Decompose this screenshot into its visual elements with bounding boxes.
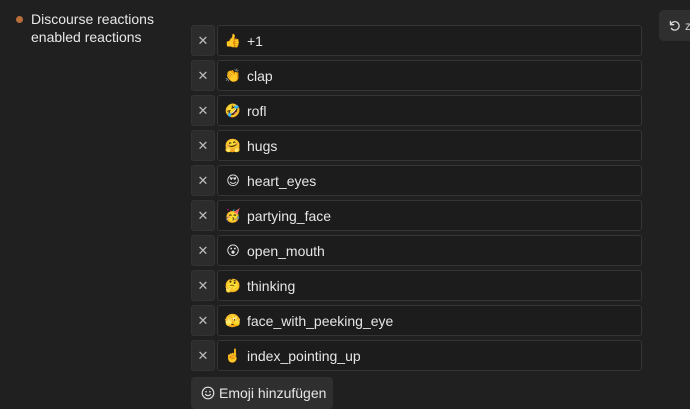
reaction-list: ✕ 👍 +1 ✕ 👏 clap ✕ 🤣 rofl ✕ 🤗 hugs ✕ 😍 heart_eyes ✕ 🥳 part… xyxy=(191,25,642,375)
reaction-field[interactable]: 🤔 thinking xyxy=(217,270,642,301)
reaction-emoji-icon: 😍 xyxy=(226,172,240,188)
remove-reaction-button[interactable]: ✕ xyxy=(191,130,215,161)
reaction-row: ✕ 🤔 thinking xyxy=(191,270,642,301)
remove-reaction-button[interactable]: ✕ xyxy=(191,340,215,371)
remove-reaction-button[interactable]: ✕ xyxy=(191,235,215,266)
remove-reaction-button[interactable]: ✕ xyxy=(191,25,215,56)
reaction-name: index_pointing_up xyxy=(247,347,361,364)
reaction-field[interactable]: ☝️ index_pointing_up xyxy=(217,340,642,371)
reaction-emoji-icon: 👏 xyxy=(224,67,242,83)
reaction-emoji-icon: 🥳 xyxy=(224,207,242,223)
reaction-field[interactable]: 😮 open_mouth xyxy=(217,235,642,266)
setting-title-line1: Discourse reactions xyxy=(31,11,154,27)
reaction-row: ✕ 🤣 rofl xyxy=(191,95,642,126)
reaction-emoji-icon: 🤔 xyxy=(224,277,242,293)
reaction-name: open_mouth xyxy=(247,242,325,259)
revert-button[interactable]: z xyxy=(659,10,690,41)
reaction-row: ✕ 😮 open_mouth xyxy=(191,235,642,266)
setting-title-line2: enabled reactions xyxy=(31,29,142,45)
reaction-row: ✕ 🤗 hugs xyxy=(191,130,642,161)
setting-title: Discourse reactions enabled reactions xyxy=(31,10,154,46)
revert-extra: z xyxy=(685,18,690,33)
reaction-field[interactable]: 👍 +1 xyxy=(217,25,642,56)
reaction-row: ✕ ☝️ index_pointing_up xyxy=(191,340,642,371)
reaction-field[interactable]: 🫣 face_with_peeking_eye xyxy=(217,305,642,336)
smile-icon xyxy=(201,386,215,400)
remove-reaction-button[interactable]: ✕ xyxy=(191,270,215,301)
reaction-row: ✕ 😍 heart_eyes xyxy=(191,165,642,196)
reaction-field[interactable]: 🤣 rofl xyxy=(217,95,642,126)
reaction-row: ✕ 🫣 face_with_peeking_eye xyxy=(191,305,642,336)
remove-reaction-button[interactable]: ✕ xyxy=(191,95,215,126)
reaction-field[interactable]: 😍 heart_eyes xyxy=(217,165,642,196)
reaction-name: +1 xyxy=(247,32,263,49)
reaction-emoji-icon: 🤗 xyxy=(224,137,242,153)
reaction-name: partying_face xyxy=(247,207,332,224)
reaction-row: ✕ 👍 +1 xyxy=(191,25,642,56)
add-emoji-label: Emoji hinzufügen xyxy=(219,385,327,401)
reaction-name: rofl xyxy=(247,102,267,119)
reaction-name: thinking xyxy=(247,277,296,294)
reaction-emoji-icon: 🫣 xyxy=(224,312,242,328)
remove-reaction-button[interactable]: ✕ xyxy=(191,305,215,336)
remove-reaction-button[interactable]: ✕ xyxy=(191,60,215,91)
reaction-row: ✕ 🥳 partying_face xyxy=(191,200,642,231)
undo-icon xyxy=(669,20,680,31)
reaction-emoji-icon: ☝️ xyxy=(224,347,242,363)
reaction-field[interactable]: 🥳 partying_face xyxy=(217,200,642,231)
reaction-field[interactable]: 👏 clap xyxy=(217,60,642,91)
remove-reaction-button[interactable]: ✕ xyxy=(191,165,215,196)
add-emoji-button[interactable]: Emoji hinzufügen xyxy=(191,377,333,409)
setting-label: Discourse reactions enabled reactions xyxy=(16,10,154,46)
reaction-name: heart_eyes xyxy=(247,172,317,189)
reaction-name: clap xyxy=(247,67,273,84)
remove-reaction-button[interactable]: ✕ xyxy=(191,200,215,231)
reaction-emoji-icon: 🤣 xyxy=(224,102,242,118)
reaction-row: ✕ 👏 clap xyxy=(191,60,642,91)
reaction-emoji-icon: 😮 xyxy=(226,242,240,258)
reaction-name: hugs xyxy=(247,137,278,154)
status-dot xyxy=(16,16,23,23)
reaction-emoji-icon: 👍 xyxy=(224,32,242,48)
reaction-name: face_with_peeking_eye xyxy=(247,312,394,329)
reaction-field[interactable]: 🤗 hugs xyxy=(217,130,642,161)
